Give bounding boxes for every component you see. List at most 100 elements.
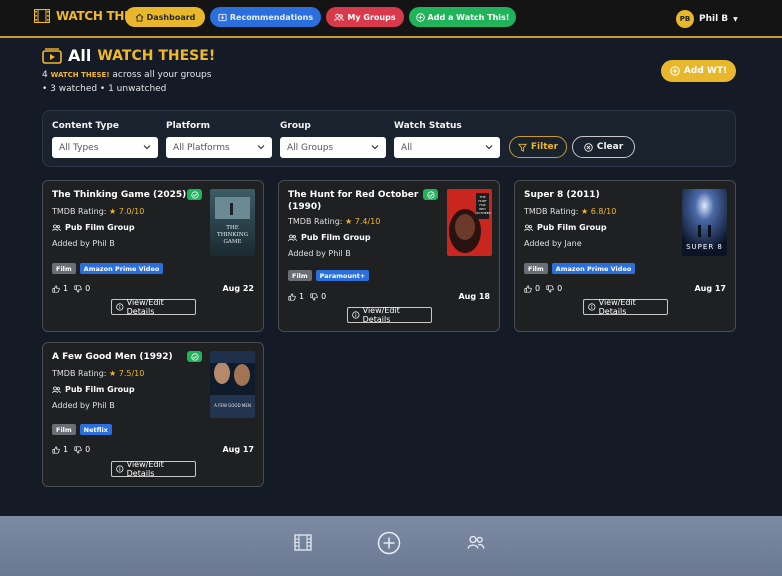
watch-card: The Thinking Game (2025) THE THINKING GA…: [42, 180, 264, 332]
summary-accent: WATCH THESE!: [50, 71, 110, 79]
card-title: The Thinking Game (2025): [52, 190, 187, 200]
nav-dashboard-button[interactable]: Dashboard: [125, 7, 205, 27]
movie-poster[interactable]: THE THINKING GAME: [210, 189, 255, 256]
funnel-icon: [517, 143, 527, 152]
watch-status-select[interactable]: All: [394, 137, 500, 158]
card-date: Aug 22: [222, 284, 254, 293]
film-icon[interactable]: [294, 534, 312, 551]
movie-poster[interactable]: THE HUNT FOR RED OCTOBER: [447, 189, 492, 256]
poster-title: THE HUNT FOR RED OCTOBER: [476, 195, 491, 215]
dislikes-count: 0: [321, 292, 327, 301]
rating-label: TMDB Rating:: [524, 207, 579, 216]
filter-button[interactable]: Filter: [509, 136, 567, 158]
watch-card: Super 8 (2011) SUPER 8 TMDB Rating: ★ 6.…: [514, 180, 736, 332]
tmdb-rating: TMDB Rating: ★ 7.4/10: [288, 217, 380, 226]
watched-check-icon: [187, 189, 202, 200]
caret-down-icon: ▼: [733, 15, 738, 23]
platform-select[interactable]: All Platforms: [166, 137, 272, 158]
clear-button[interactable]: Clear: [572, 136, 635, 158]
star-icon: ★: [581, 207, 589, 216]
group-name: Pub Film Group: [65, 223, 135, 232]
view-edit-details-button[interactable]: View/Edit Details: [583, 298, 668, 316]
card-date: Aug 17: [694, 284, 726, 293]
view-edit-label: View/Edit Details: [362, 306, 400, 324]
type-badge: Film: [524, 263, 548, 274]
page-title-accent: WATCH THESE!: [97, 47, 216, 64]
card-date: Aug 18: [458, 292, 490, 301]
thumbs-up-icon[interactable]: [288, 292, 296, 301]
likes-count: 0: [535, 284, 541, 293]
film-icon: [34, 9, 50, 23]
people-icon: [288, 234, 297, 241]
card-group: Pub Film Group: [288, 233, 371, 242]
star-icon: ★: [109, 369, 117, 378]
nav-my-groups-button[interactable]: My Groups: [326, 7, 404, 27]
page-heading: All WATCH THESE!: [42, 46, 215, 65]
card-tags: Film Amazon Prime Video: [52, 263, 164, 274]
people-icon: [524, 224, 533, 231]
view-edit-details-button[interactable]: View/Edit Details: [347, 306, 432, 324]
platform-value: All Platforms: [173, 142, 230, 153]
thumbs-down-icon[interactable]: [74, 284, 82, 293]
movie-poster[interactable]: A FEW GOOD MEN: [210, 351, 255, 418]
thumbs-up-icon[interactable]: [52, 445, 60, 454]
group-name: Pub Film Group: [65, 385, 135, 394]
view-edit-details-button[interactable]: View/Edit Details: [111, 460, 196, 478]
nav-recommendations-label: Recommendations: [229, 12, 314, 22]
add-wt-label: Add WT!: [683, 66, 728, 76]
type-badge: Film: [52, 424, 76, 435]
group-name: Pub Film Group: [301, 233, 371, 242]
summary-rest: across all your groups: [112, 70, 212, 80]
movie-poster[interactable]: SUPER 8: [682, 189, 727, 256]
play-list-icon: [42, 47, 62, 64]
page-title: All: [68, 46, 92, 65]
thumbs-down-icon[interactable]: [74, 445, 82, 454]
group-value: All Groups: [287, 142, 334, 153]
chevron-down-icon: [257, 145, 265, 150]
thumbs-up-icon[interactable]: [524, 284, 532, 293]
nav-my-groups-label: My Groups: [347, 12, 396, 22]
type-badge: Film: [52, 263, 76, 274]
platform-badge: Netflix: [79, 424, 112, 435]
poster-title: A FEW GOOD MEN: [214, 403, 251, 408]
nav-dashboard-label: Dashboard: [146, 12, 196, 22]
added-by: Added by Phil B: [52, 239, 115, 248]
plus-circle-icon[interactable]: [377, 531, 401, 555]
thumbs-up-icon[interactable]: [52, 284, 60, 293]
view-edit-details-button[interactable]: View/Edit Details: [111, 298, 196, 316]
vote-counts: 0 0: [524, 284, 562, 293]
watch-card: The Hunt for Red October (1990) THE HUNT…: [278, 180, 500, 332]
chevron-down-icon: [485, 145, 493, 150]
thumbs-down-icon[interactable]: [310, 292, 318, 301]
group-label: Group: [280, 121, 311, 131]
type-badge: Film: [288, 270, 312, 281]
thumbs-down-icon[interactable]: [546, 284, 554, 293]
star-icon: ★: [109, 207, 117, 216]
content-type-select[interactable]: All Types: [52, 137, 158, 158]
user-menu[interactable]: PB Phil B ▼: [676, 10, 738, 28]
tmdb-rating: TMDB Rating: ★ 7.5/10: [52, 369, 144, 378]
likes-count: 1: [299, 292, 305, 301]
group-select[interactable]: All Groups: [280, 137, 386, 158]
rating-value: 7.4/10: [354, 217, 381, 226]
people-icon: [52, 224, 61, 231]
nav-add-watch-button[interactable]: Add a Watch This!: [409, 7, 516, 27]
summary-count: 4 WATCH THESE! across all your groups: [42, 70, 211, 80]
dislikes-count: 0: [557, 284, 563, 293]
likes-count: 1: [63, 284, 69, 293]
nav-recommendations-button[interactable]: Recommendations: [210, 7, 321, 27]
star-icon: ★: [345, 217, 353, 226]
info-icon: [116, 465, 124, 473]
card-title: Super 8 (2011): [524, 190, 600, 200]
watch-status-label: Watch Status: [394, 121, 462, 131]
add-wt-button[interactable]: Add WT!: [661, 60, 736, 82]
people-icon: [52, 386, 61, 393]
watched-check-icon: [423, 189, 438, 200]
user-name: Phil B: [699, 14, 729, 24]
platform-badge: Amazon Prime Video: [551, 263, 636, 274]
filter-button-label: Filter: [530, 142, 559, 152]
info-icon: [116, 303, 124, 311]
tmdb-rating: TMDB Rating: ★ 7.0/10: [52, 207, 144, 216]
chevron-down-icon: [143, 145, 151, 150]
people-icon[interactable]: [467, 535, 485, 550]
